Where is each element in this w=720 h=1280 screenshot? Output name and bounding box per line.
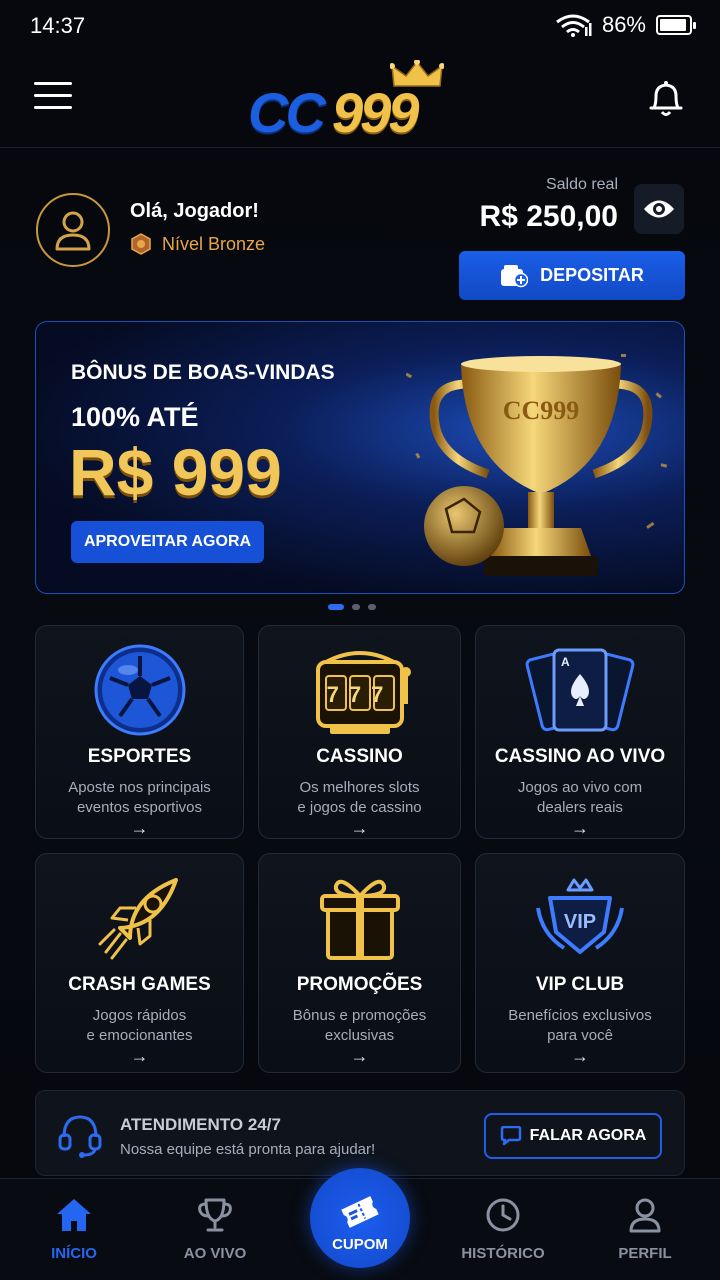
balance-label: Saldo real — [545, 176, 618, 193]
greeting: Olá, Jogador! — [130, 200, 259, 222]
toggle-balance-visibility-button[interactable] — [634, 184, 684, 234]
arrow-right-icon: → — [350, 1046, 369, 1066]
tile-title: VIP CLUB — [535, 974, 625, 995]
tile-title: CASSINO AO VIVO — [494, 746, 666, 767]
user-icon — [629, 1198, 661, 1233]
nav-inicio[interactable]: INÍCIO — [14, 1197, 134, 1262]
tile-crash-games[interactable]: CRASH GAMES Jogos rápidos e emocionantes… — [35, 853, 244, 1073]
tile-description: Os melhores slots e jogos de cassino — [297, 779, 422, 816]
svg-text:CC999: CC999 — [503, 396, 580, 425]
notification-bell-icon[interactable] — [646, 78, 686, 120]
clock-icon — [486, 1198, 520, 1232]
ticket-icon — [341, 1196, 379, 1228]
balance-amount: R$ 250,00 — [479, 200, 618, 233]
tile-description: Jogos ao vivo com dealers reais — [517, 779, 643, 816]
arrow-right-icon: → — [350, 818, 369, 838]
nav-perfil[interactable]: PERFIL — [585, 1197, 705, 1262]
deposit-label: DEPOSITAR — [540, 265, 644, 285]
wallet-icon — [501, 264, 529, 287]
nav-historico[interactable]: HISTÓRICO — [443, 1197, 563, 1262]
level-label: Nível Bronze — [162, 233, 266, 254]
support-description: Nossa equipe está pronta para ajudar! — [120, 1141, 376, 1158]
gift-icon — [319, 879, 400, 960]
tile-description: Benefícios exclusivos para você — [508, 1007, 652, 1044]
talk-now-button[interactable]: FALAR AGORA — [484, 1113, 662, 1159]
tile-description: Bônus e promoções exclusivas — [292, 1007, 427, 1044]
rocket-icon — [98, 878, 178, 960]
arrow-right-icon: → — [130, 818, 149, 838]
slide-dot[interactable] — [368, 604, 376, 610]
banner-amount: R$ 999 — [69, 435, 282, 509]
welcome-bonus-banner[interactable]: BÔNUS DE BOAS-VINDAS 100% ATÉ R$ 999 APR… — [35, 321, 685, 594]
home-icon — [57, 1199, 91, 1231]
bronze-medal-icon — [131, 233, 151, 255]
tile-title: CRASH GAMES — [68, 974, 211, 995]
arrow-right-icon: → — [571, 818, 589, 838]
headset-icon — [58, 1115, 102, 1158]
cc999-logo[interactable]: CC 999 — [248, 60, 448, 144]
tile-cassino-ao-vivo[interactable]: A CASSINO AO VIVO Jogos ao vivo com deal… — [475, 625, 685, 839]
banner-title: BÔNUS DE BOAS-VINDAS — [71, 361, 335, 384]
wifi-icon — [556, 14, 592, 37]
menu-button[interactable] — [34, 82, 72, 114]
deposit-button[interactable]: DEPOSITAR — [459, 251, 685, 300]
user-avatar-icon — [55, 211, 91, 251]
nav-ao-vivo[interactable]: AO VIVO — [155, 1197, 275, 1262]
claim-bonus-button[interactable]: APROVEITAR AGORA — [71, 521, 264, 563]
banner-pagination[interactable] — [328, 604, 376, 610]
battery-icon — [656, 15, 696, 35]
arrow-right-icon: → — [571, 1046, 589, 1066]
eye-icon — [644, 200, 674, 218]
app-header: CC 999 — [0, 52, 720, 148]
soccer-ball-icon — [94, 644, 185, 736]
svg-text:777: 777 — [326, 682, 393, 707]
tile-promocoes[interactable]: PROMOÇÕES Bônus e promoções exclusivas → — [258, 853, 461, 1073]
app-screen: 14:37 86% CC 999 Olá, Jogador! Nível Bro… — [0, 0, 720, 1280]
tile-cassino[interactable]: 777 CASSINO Os melhores slots e jogos de… — [258, 625, 461, 839]
status-time: 14:37 — [30, 13, 86, 38]
battery-percent: 86% — [601, 12, 646, 37]
vip-crest-icon: VIP — [536, 878, 624, 954]
arrow-right-icon: → — [130, 1046, 149, 1066]
svg-text:A: A — [561, 655, 570, 669]
crown-icon — [390, 60, 444, 87]
banner-subtitle: 100% ATÉ — [71, 402, 199, 432]
tile-description: Jogos rápidos e emocionantes — [86, 1007, 193, 1044]
tile-title: PROMOÇÕES — [296, 974, 423, 995]
support-card: ATENDIMENTO 24/7 Nossa equipe está pront… — [35, 1090, 685, 1176]
tile-title: CASSINO — [316, 746, 403, 767]
tile-title: ESPORTES — [87, 746, 192, 767]
support-title: ATENDIMENTO 24/7 — [120, 1115, 281, 1134]
trophy-icon: CC999 — [406, 354, 668, 576]
playing-cards-icon: A — [525, 648, 635, 732]
chat-bubble-icon — [500, 1126, 521, 1146]
trophy-icon — [198, 1198, 232, 1232]
nav-cupom[interactable]: CUPOM — [310, 1168, 410, 1268]
slide-dot[interactable] — [328, 604, 344, 610]
nav-cupom-label: CUPOM — [332, 1236, 388, 1253]
svg-text:VIP: VIP — [564, 911, 596, 933]
tile-esportes[interactable]: ESPORTES Aposte nos principais eventos e… — [35, 625, 244, 839]
player-level: Nível Bronze — [130, 233, 265, 255]
tile-vip-club[interactable]: VIP VIP CLUB Benefícios exclusivos para … — [475, 853, 685, 1073]
talk-now-label: FALAR AGORA — [529, 1127, 647, 1144]
slide-dot[interactable] — [352, 604, 360, 610]
status-bar: 14:37 86% — [0, 0, 720, 52]
slot-machine-icon: 777 — [315, 651, 411, 734]
tile-description: Aposte nos principais eventos esportivos — [68, 779, 211, 816]
avatar[interactable] — [36, 193, 110, 267]
